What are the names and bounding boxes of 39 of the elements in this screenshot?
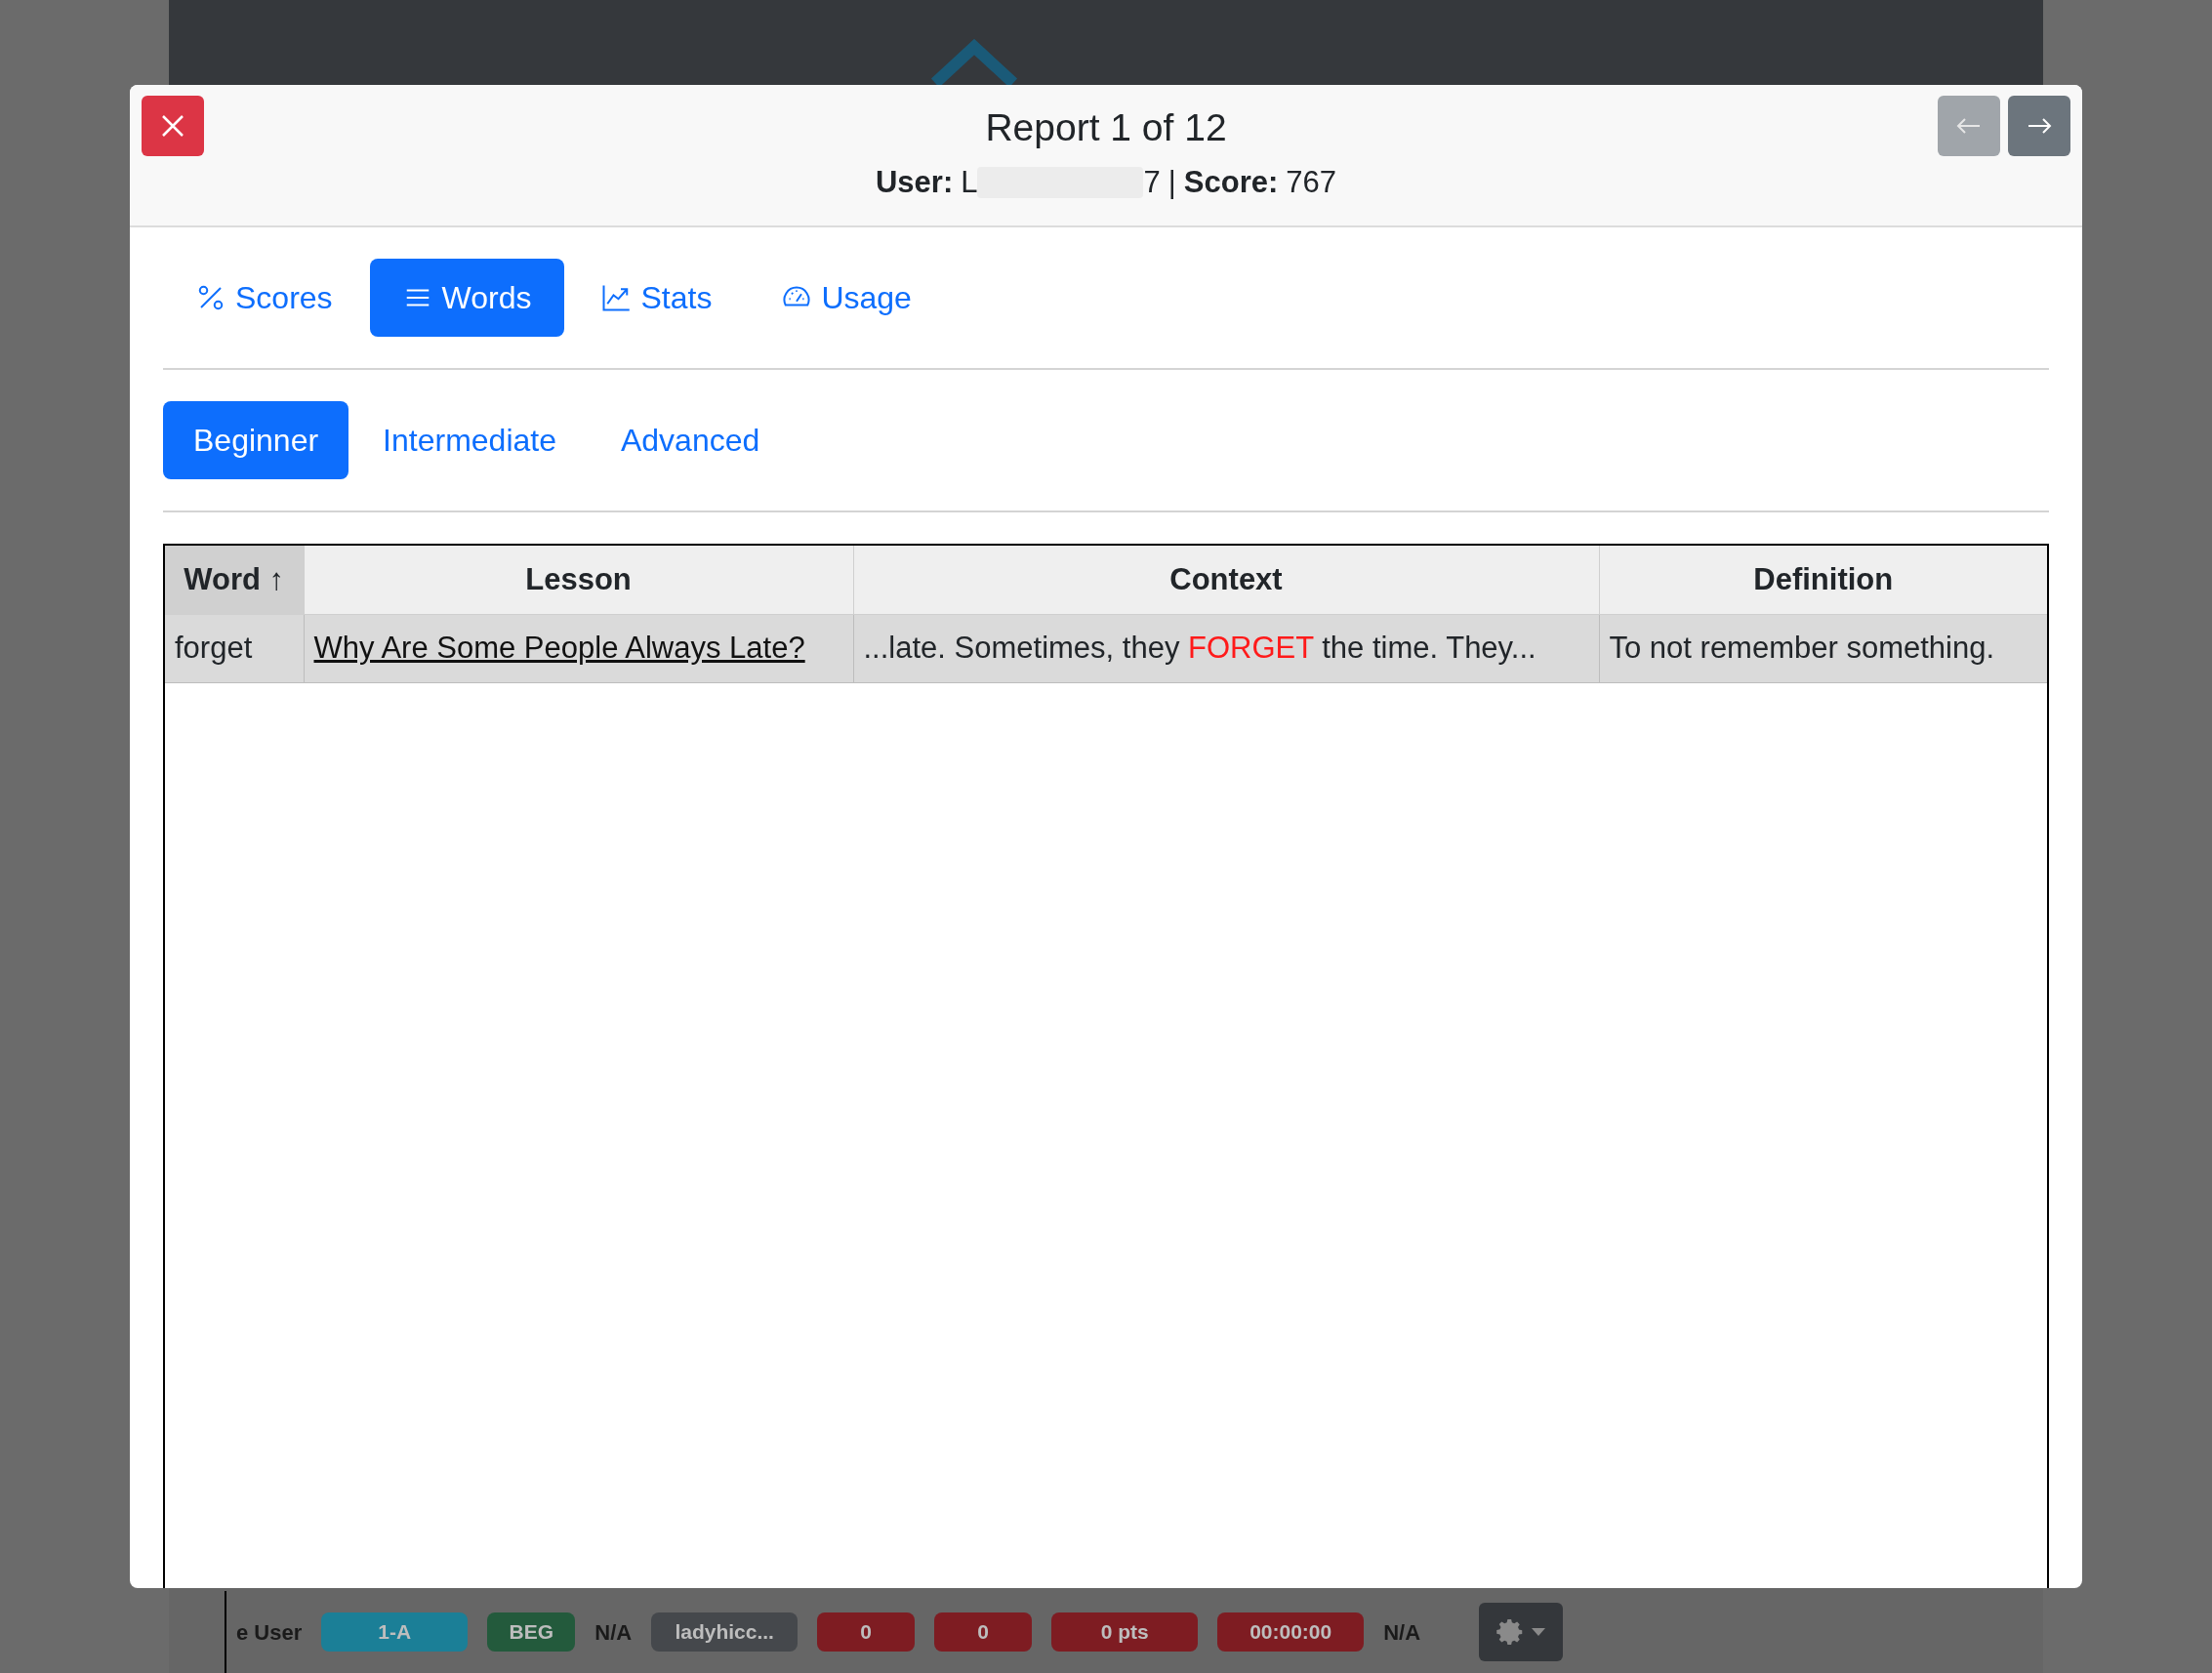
cell-text: e User [236, 1618, 303, 1647]
caret-icon [1532, 1628, 1546, 1636]
cell-text: N/A [594, 1618, 633, 1647]
column-header[interactable]: Lesson [304, 546, 853, 614]
next-button[interactable] [2008, 96, 2070, 156]
tab[interactable]: Scores [163, 259, 366, 337]
status-badge: ladyhicc... [651, 1612, 799, 1652]
tab[interactable]: Usage [749, 259, 945, 337]
close-button[interactable] [142, 96, 204, 156]
line-chart-icon [601, 283, 632, 312]
user-label: User: [875, 164, 954, 201]
score-label: Score: [1183, 164, 1279, 201]
status-badge: 00:00:00 [1217, 1612, 1365, 1652]
percent-icon [196, 283, 225, 312]
status-badge: BEG [487, 1612, 576, 1652]
separator: | [1167, 164, 1176, 201]
level-tab[interactable]: Intermediate [352, 401, 587, 479]
status-badge: 1-A [321, 1612, 469, 1652]
status-badge: 0 [817, 1612, 916, 1652]
close-icon [160, 113, 185, 139]
status-badge: 0 pts [1051, 1612, 1199, 1652]
username-start: L [961, 164, 978, 201]
username-end: 7 [1143, 164, 1161, 201]
status-badge: 0 [934, 1612, 1033, 1652]
settings-dropdown-button[interactable] [1479, 1603, 1564, 1661]
level-tab[interactable]: Advanced [590, 401, 791, 479]
column-header[interactable]: Word ↑ [165, 546, 304, 614]
column-header[interactable]: Context [853, 546, 1599, 614]
modal-title: Report 1 of 12 [985, 105, 1227, 150]
context-cell: ...late. Sometimes, they FORGET the time. They... [853, 614, 1599, 682]
score-value: 767 [1286, 164, 1336, 201]
table-cell: forget [165, 614, 304, 682]
left-arrow-icon [1956, 116, 1982, 136]
tab[interactable]: Words [369, 259, 565, 337]
cell-text: N/A [1383, 1618, 1421, 1647]
tab[interactable]: Stats [568, 259, 746, 337]
column-header[interactable]: Definition [1599, 546, 2047, 614]
level-tab[interactable]: Beginner [163, 401, 349, 479]
right-arrow-icon [2027, 116, 2052, 136]
